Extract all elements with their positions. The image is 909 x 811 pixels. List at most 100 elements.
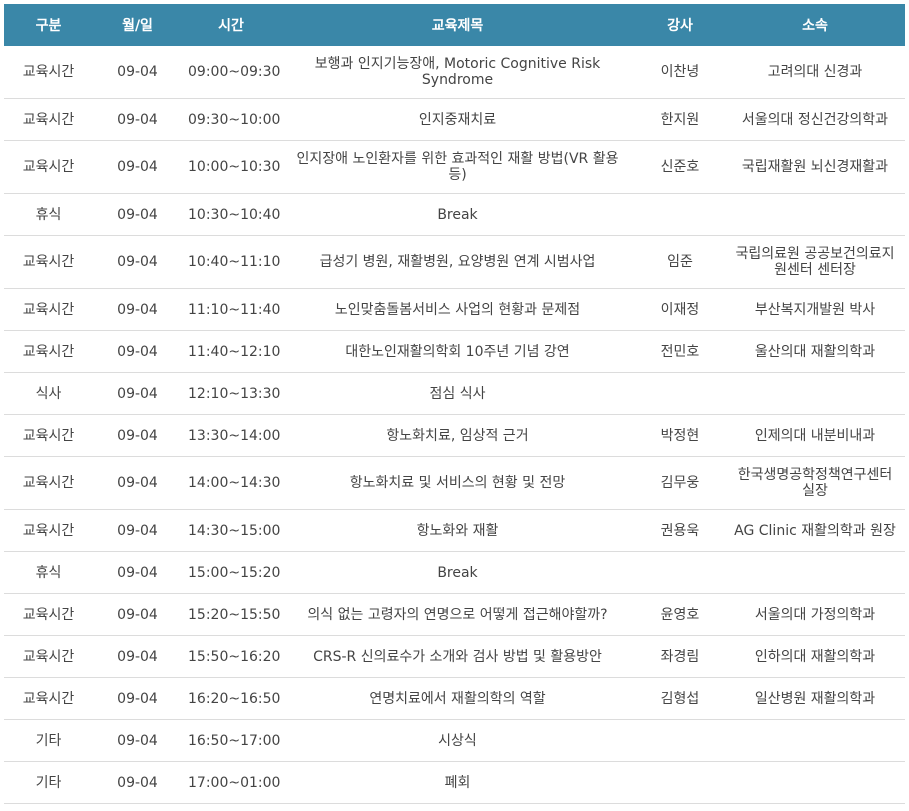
table-header: 구분 월/일 시간 교육제목 강사 소속 xyxy=(4,4,905,46)
cell-type: 기타 xyxy=(4,719,93,762)
cell-type: 교육시간 xyxy=(4,635,93,678)
cell-type: 교육시간 xyxy=(4,509,93,552)
cell-speaker xyxy=(635,193,725,236)
header-date: 월/일 xyxy=(93,4,182,46)
cell-affiliation xyxy=(725,719,905,762)
cell-time: 10:30~10:40 xyxy=(182,193,280,236)
cell-title: Break xyxy=(280,193,635,236)
cell-time: 16:50~17:00 xyxy=(182,719,280,762)
cell-title: 점심 식사 xyxy=(280,372,635,415)
cell-type: 교육시간 xyxy=(4,414,93,457)
cell-date: 09-04 xyxy=(93,593,182,636)
cell-speaker: 한지원 xyxy=(635,98,725,141)
table-row: 교육시간 09-04 15:20~15:50 의식 없는 고령자의 연명으로 어… xyxy=(4,593,905,636)
cell-affiliation: 국립재활원 뇌신경재활과 xyxy=(725,140,905,194)
cell-type: 휴식 xyxy=(4,551,93,594)
cell-type: 교육시간 xyxy=(4,235,93,289)
table-body: 교육시간 09-04 09:00~09:30 보행과 인지기능장애, Motor… xyxy=(4,46,905,804)
cell-affiliation: 부산복지개발원 박사 xyxy=(725,288,905,331)
cell-date: 09-04 xyxy=(93,677,182,720)
cell-affiliation: 인제의대 내분비내과 xyxy=(725,414,905,457)
cell-time: 10:00~10:30 xyxy=(182,140,280,194)
cell-time: 14:00~14:30 xyxy=(182,456,280,510)
cell-date: 09-04 xyxy=(93,761,182,804)
cell-title: 급성기 병원, 재활병원, 요양병원 연계 시범사업 xyxy=(280,235,635,289)
cell-time: 11:40~12:10 xyxy=(182,330,280,373)
cell-type: 교육시간 xyxy=(4,98,93,141)
table-row: 기타 09-04 16:50~17:00 시상식 xyxy=(4,719,905,762)
cell-speaker: 전민호 xyxy=(635,330,725,373)
schedule-table: 구분 월/일 시간 교육제목 강사 소속 교육시간 09-04 09:00~09… xyxy=(4,4,905,804)
cell-title: Break xyxy=(280,551,635,594)
cell-date: 09-04 xyxy=(93,509,182,552)
cell-speaker: 박정현 xyxy=(635,414,725,457)
cell-title: 연명치료에서 재활의학의 역할 xyxy=(280,677,635,720)
cell-title: 항노화치료, 임상적 근거 xyxy=(280,414,635,457)
cell-speaker: 권용욱 xyxy=(635,509,725,552)
cell-speaker xyxy=(635,761,725,804)
cell-affiliation xyxy=(725,193,905,236)
table-row: 교육시간 09-04 11:40~12:10 대한노인재활의학회 10주년 기념… xyxy=(4,330,905,373)
cell-type: 교육시간 xyxy=(4,46,93,99)
cell-speaker: 이찬녕 xyxy=(635,46,725,99)
cell-type: 교육시간 xyxy=(4,140,93,194)
header-time: 시간 xyxy=(182,4,280,46)
cell-date: 09-04 xyxy=(93,235,182,289)
cell-affiliation: 서울의대 가정의학과 xyxy=(725,593,905,636)
cell-type: 휴식 xyxy=(4,193,93,236)
cell-speaker: 김형섭 xyxy=(635,677,725,720)
cell-type: 식사 xyxy=(4,372,93,415)
cell-title: 항노화와 재활 xyxy=(280,509,635,552)
cell-affiliation xyxy=(725,551,905,594)
cell-affiliation: 한국생명공학정책연구센터 실장 xyxy=(725,456,905,510)
cell-time: 13:30~14:00 xyxy=(182,414,280,457)
table-row: 교육시간 09-04 09:00~09:30 보행과 인지기능장애, Motor… xyxy=(4,46,905,99)
table-row: 교육시간 09-04 14:30~15:00 항노화와 재활 권용욱 AG Cl… xyxy=(4,509,905,552)
table-row: 교육시간 09-04 11:10~11:40 노인맞춤돌봄서비스 사업의 현황과… xyxy=(4,288,905,331)
table-row: 기타 09-04 17:00~01:00 폐회 xyxy=(4,761,905,804)
table-row: 교육시간 09-04 14:00~14:30 항노화치료 및 서비스의 현황 및… xyxy=(4,456,905,510)
cell-type: 교육시간 xyxy=(4,330,93,373)
table-row: 교육시간 09-04 13:30~14:00 항노화치료, 임상적 근거 박정현… xyxy=(4,414,905,457)
cell-type: 기타 xyxy=(4,761,93,804)
cell-title: 의식 없는 고령자의 연명으로 어떻게 접근해야할까? xyxy=(280,593,635,636)
cell-title: 인지장애 노인환자를 위한 효과적인 재활 방법(VR 활용 등) xyxy=(280,140,635,194)
header-affiliation: 소속 xyxy=(725,4,905,46)
cell-time: 15:50~16:20 xyxy=(182,635,280,678)
cell-type: 교육시간 xyxy=(4,456,93,510)
cell-affiliation xyxy=(725,372,905,415)
cell-speaker xyxy=(635,372,725,415)
cell-time: 09:30~10:00 xyxy=(182,98,280,141)
cell-time: 10:40~11:10 xyxy=(182,235,280,289)
cell-speaker: 이재정 xyxy=(635,288,725,331)
table-row: 식사 09-04 12:10~13:30 점심 식사 xyxy=(4,372,905,415)
cell-affiliation: 울산의대 재활의학과 xyxy=(725,330,905,373)
cell-time: 14:30~15:00 xyxy=(182,509,280,552)
header-speaker: 강사 xyxy=(635,4,725,46)
cell-type: 교육시간 xyxy=(4,593,93,636)
table-row: 교육시간 09-04 16:20~16:50 연명치료에서 재활의학의 역할 김… xyxy=(4,677,905,720)
cell-affiliation xyxy=(725,761,905,804)
cell-speaker: 임준 xyxy=(635,235,725,289)
cell-speaker xyxy=(635,719,725,762)
cell-type: 교육시간 xyxy=(4,677,93,720)
cell-affiliation: 국립의료원 공공보건의료지원센터 센터장 xyxy=(725,235,905,289)
cell-speaker: 윤영호 xyxy=(635,593,725,636)
cell-type: 교육시간 xyxy=(4,288,93,331)
cell-title: 대한노인재활의학회 10주년 기념 강연 xyxy=(280,330,635,373)
cell-title: CRS-R 신의료수가 소개와 검사 방법 및 활용방안 xyxy=(280,635,635,678)
schedule-table-container: 구분 월/일 시간 교육제목 강사 소속 교육시간 09-04 09:00~09… xyxy=(4,4,905,804)
cell-time: 15:00~15:20 xyxy=(182,551,280,594)
table-row: 휴식 09-04 10:30~10:40 Break xyxy=(4,193,905,236)
cell-date: 09-04 xyxy=(93,719,182,762)
cell-time: 12:10~13:30 xyxy=(182,372,280,415)
cell-date: 09-04 xyxy=(93,46,182,99)
cell-date: 09-04 xyxy=(93,98,182,141)
cell-time: 11:10~11:40 xyxy=(182,288,280,331)
cell-time: 15:20~15:50 xyxy=(182,593,280,636)
table-row: 교육시간 09-04 10:00~10:30 인지장애 노인환자를 위한 효과적… xyxy=(4,140,905,194)
cell-affiliation: 고려의대 신경과 xyxy=(725,46,905,99)
cell-affiliation: AG Clinic 재활의학과 원장 xyxy=(725,509,905,552)
cell-time: 09:00~09:30 xyxy=(182,46,280,99)
cell-affiliation: 인하의대 재활의학과 xyxy=(725,635,905,678)
